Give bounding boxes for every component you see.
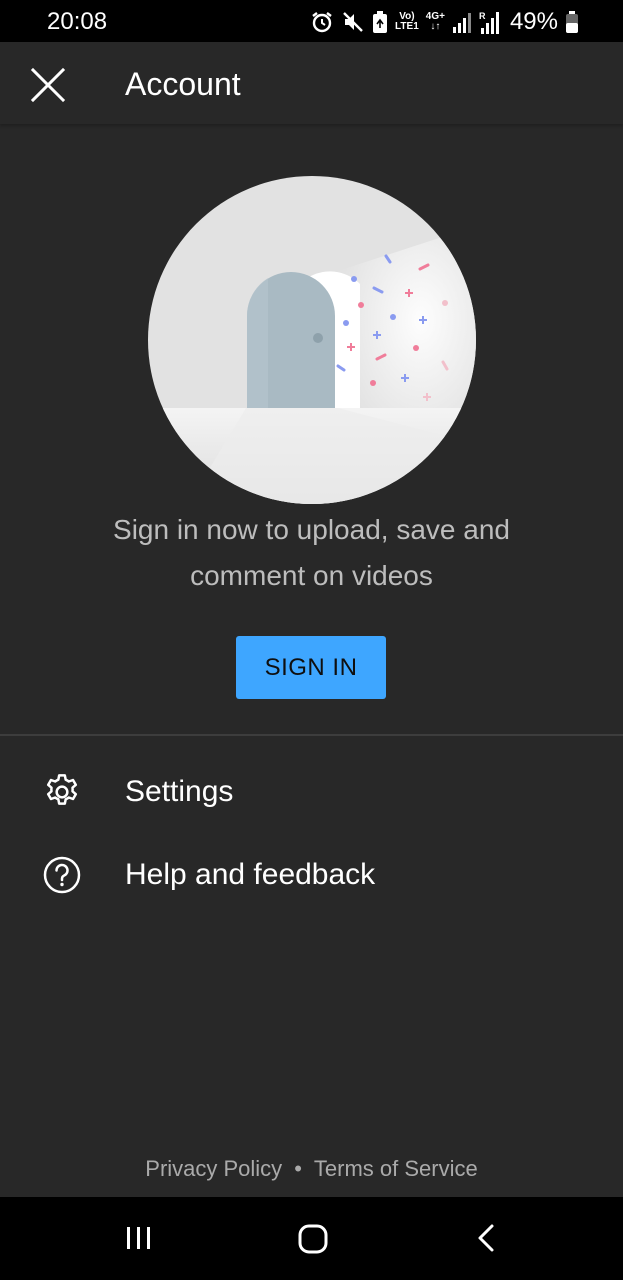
volte-icon: Vo) LTE1 [395,12,419,32]
app-bar: Account [0,42,623,124]
navigation-bar [0,1197,623,1280]
alarm-icon [310,10,334,34]
roaming-signal-icon: R [479,10,501,34]
prompt-line-2: comment on videos [190,560,433,591]
prompt-line-1: Sign in now to upload, save and [113,514,510,545]
settings-label: Settings [125,775,234,808]
home-icon [298,1224,328,1254]
battery-icon [565,10,579,34]
back-icon [478,1224,494,1252]
close-button[interactable] [24,61,72,109]
4g-plus-icon: 4G+ ↓↑ [426,12,445,32]
home-button[interactable] [291,1217,335,1261]
terms-of-service-link[interactable]: Terms of Service [314,1156,478,1181]
signal-icon [452,11,472,33]
status-time: 20:08 [47,8,108,35]
sign-in-button[interactable]: SIGN IN [236,636,386,699]
menu-item-settings[interactable]: Settings [0,750,623,832]
gear-icon [42,772,82,812]
status-icons: Vo) LTE1 4G+ ↓↑ R 49% [310,7,579,37]
page-title: Account [125,66,241,102]
data-arrows: ↓↑ [430,21,441,32]
help-feedback-label: Help and feedback [125,858,376,891]
recent-apps-icon [127,1227,150,1249]
footer-separator: • [294,1156,302,1181]
divider [0,734,623,736]
privacy-policy-link[interactable]: Privacy Policy [145,1156,282,1181]
help-icon [42,855,82,895]
status-bar: 20:08 Vo) LTE1 4G+ ↓↑ R 49% [0,0,623,42]
footer-links: Privacy Policy • Terms of Service [0,1152,623,1186]
recent-apps-button[interactable] [117,1217,161,1261]
back-button[interactable] [465,1217,509,1261]
close-icon [30,67,66,103]
sign-in-illustration [148,176,476,504]
battery-saver-icon [372,10,388,34]
battery-percent: 49% [509,8,558,35]
mute-icon [341,10,365,34]
volte-bottom-text: LTE1 [395,21,419,32]
sign-in-prompt: Sign in now to upload, save and comment … [40,507,583,599]
menu-item-help-feedback[interactable]: Help and feedback [0,833,623,915]
svg-text:R: R [479,11,486,21]
